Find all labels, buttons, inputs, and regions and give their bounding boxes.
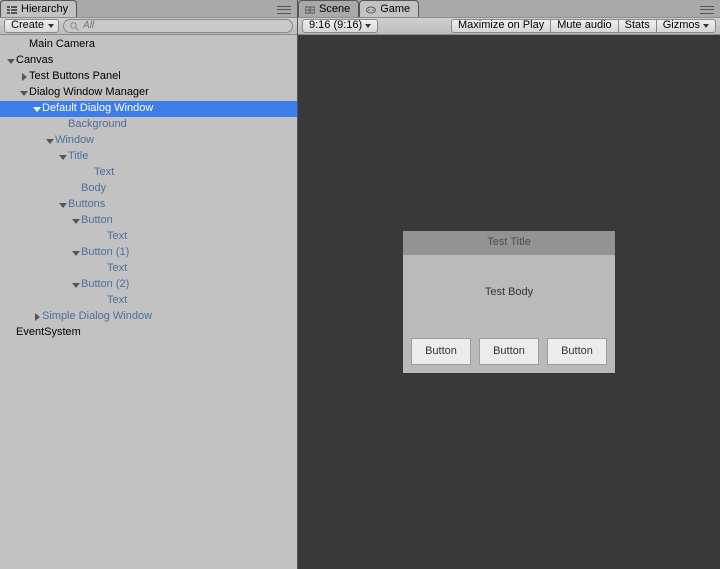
mute-audio-button[interactable]: Mute audio [550, 19, 617, 33]
tree-row-label: Canvas [16, 54, 53, 67]
game-panel: Scene Game 9:16 (9:16) Maximize on Play … [298, 0, 720, 569]
game-toolbar: 9:16 (9:16) Maximize on Play Mute audio … [298, 17, 720, 35]
tree-row-label: Title [68, 150, 88, 163]
hierarchy-tab-bar: Hierarchy [0, 0, 297, 17]
foldout-toggle[interactable] [6, 56, 16, 66]
foldout-toggle[interactable] [19, 88, 29, 98]
tree-row-label: Buttons [68, 198, 105, 211]
tree-row[interactable]: Title [0, 149, 297, 165]
game-icon [366, 5, 376, 15]
tree-row-label: Button [81, 214, 113, 227]
gizmos-dropdown[interactable]: Gizmos [656, 19, 716, 33]
tree-row[interactable]: Simple Dialog Window [0, 309, 297, 325]
tree-row[interactable]: Test Buttons Panel [0, 69, 297, 85]
tree-row[interactable]: EventSystem [0, 325, 297, 341]
maximize-on-play-button[interactable]: Maximize on Play [451, 19, 550, 33]
foldout-spacer [19, 40, 29, 50]
dialog-button[interactable]: Button [479, 338, 539, 365]
game-tab-bar: Scene Game [298, 0, 720, 17]
tree-row-label: Text [107, 262, 127, 275]
hierarchy-tree[interactable]: Main Camera Canvas Test Buttons Panel Dialo… [0, 35, 297, 569]
aspect-dropdown[interactable]: 9:16 (9:16) [302, 19, 378, 33]
tree-row[interactable]: Background [0, 117, 297, 133]
tree-row-label: EventSystem [16, 326, 81, 339]
game-view: Test Title Test Body Button Button Butto… [298, 35, 720, 569]
tab-scene-label: Scene [319, 3, 350, 16]
foldout-toggle[interactable] [19, 72, 29, 82]
tree-row[interactable]: Text [0, 165, 297, 181]
tree-row[interactable]: Buttons [0, 197, 297, 213]
tab-hierarchy[interactable]: Hierarchy [0, 0, 77, 17]
tree-row[interactable]: Canvas [0, 53, 297, 69]
tab-scene[interactable]: Scene [298, 0, 359, 17]
foldout-toggle[interactable] [45, 136, 55, 146]
foldout-toggle[interactable] [71, 280, 81, 290]
hierarchy-panel: Hierarchy Create Main Camera Canvas Test B… [0, 0, 298, 569]
dialog-window: Test Title Test Body Button Button Butto… [403, 231, 615, 373]
tree-row-label: Body [81, 182, 106, 195]
tree-row-label: Button (2) [81, 278, 129, 291]
tree-row-label: Button (1) [81, 246, 129, 259]
stats-button[interactable]: Stats [618, 19, 656, 33]
foldout-spacer [84, 168, 94, 178]
dialog-body: Test Body [403, 255, 615, 330]
tab-game-label: Game [380, 3, 410, 16]
chevron-down-icon [365, 24, 371, 28]
tree-row-label: Text [94, 166, 114, 179]
tree-row-label: Test Buttons Panel [29, 70, 121, 83]
create-label: Create [11, 19, 44, 32]
tree-row[interactable]: Main Camera [0, 37, 297, 53]
tree-row[interactable]: Dialog Window Manager [0, 85, 297, 101]
dialog-button[interactable]: Button [547, 338, 607, 365]
create-button[interactable]: Create [4, 19, 59, 33]
tree-row[interactable]: Default Dialog Window [0, 101, 297, 117]
foldout-spacer [71, 184, 81, 194]
tree-row[interactable]: Text [0, 229, 297, 245]
tree-row[interactable]: Button [0, 213, 297, 229]
aspect-label: 9:16 (9:16) [309, 19, 362, 32]
tree-row-label: Main Camera [29, 38, 95, 51]
dialog-title: Test Title [403, 231, 615, 255]
foldout-toggle[interactable] [71, 248, 81, 258]
dialog-button[interactable]: Button [411, 338, 471, 365]
foldout-spacer [58, 120, 68, 130]
foldout-toggle[interactable] [71, 216, 81, 226]
panel-menu-icon[interactable] [694, 0, 720, 17]
tree-row[interactable]: Body [0, 181, 297, 197]
tree-row-label: Window [55, 134, 94, 147]
tree-row-label: Text [107, 230, 127, 243]
tree-row-label: Text [107, 294, 127, 307]
dialog-button-row: Button Button Button [403, 330, 615, 373]
foldout-spacer [6, 328, 16, 338]
hierarchy-icon [7, 5, 17, 15]
scene-icon [305, 5, 315, 15]
tree-row-label: Dialog Window Manager [29, 86, 149, 99]
tree-row-label: Simple Dialog Window [42, 310, 152, 323]
chevron-down-icon [703, 24, 709, 28]
panel-menu-icon[interactable] [271, 0, 297, 17]
tree-row[interactable]: Window [0, 133, 297, 149]
tree-row[interactable]: Text [0, 293, 297, 309]
tree-row[interactable]: Button (1) [0, 245, 297, 261]
tab-game[interactable]: Game [359, 0, 419, 17]
foldout-toggle[interactable] [58, 200, 68, 210]
tree-row[interactable]: Button (2) [0, 277, 297, 293]
foldout-toggle[interactable] [32, 104, 42, 114]
search-field[interactable] [63, 19, 293, 33]
foldout-spacer [97, 296, 107, 306]
tree-row-label: Background [68, 118, 127, 131]
foldout-spacer [97, 232, 107, 242]
chevron-down-icon [48, 24, 54, 28]
foldout-toggle[interactable] [58, 152, 68, 162]
hierarchy-toolbar: Create [0, 17, 297, 35]
foldout-toggle[interactable] [32, 312, 42, 322]
search-icon [70, 22, 79, 31]
tab-hierarchy-label: Hierarchy [21, 3, 68, 16]
search-input[interactable] [83, 20, 286, 32]
tree-row[interactable]: Text [0, 261, 297, 277]
tree-row-label: Default Dialog Window [42, 102, 153, 115]
foldout-spacer [97, 264, 107, 274]
